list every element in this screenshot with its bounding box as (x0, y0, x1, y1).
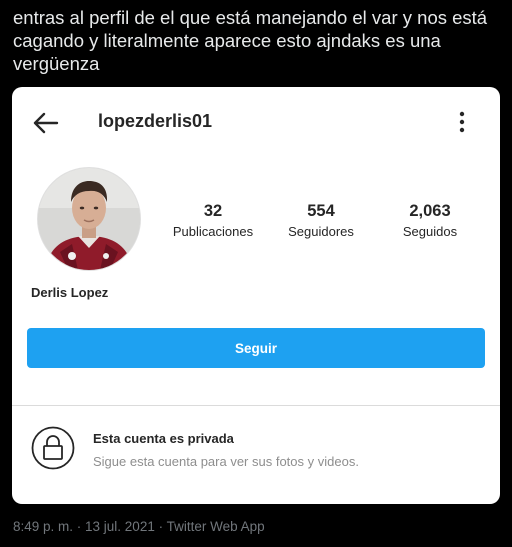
stat-posts-label: Publicaciones (172, 224, 254, 239)
private-account-title: Esta cuenta es privada (93, 431, 234, 446)
stat-posts[interactable]: 32 Publicaciones (158, 201, 268, 241)
stat-followers[interactable]: 554 Seguidores (266, 201, 376, 241)
stat-followers-value: 554 (307, 202, 335, 220)
profile-display-name: Derlis Lopez (31, 285, 109, 300)
profile-username: lopezderlis01 (98, 111, 213, 131)
avatar-photo (38, 168, 140, 270)
follow-button[interactable]: Seguir (27, 328, 485, 368)
stat-following-label: Seguidos (402, 224, 458, 239)
stat-following-value: 2,063 (409, 202, 451, 220)
stat-following[interactable]: 2,063 Seguidos (375, 201, 485, 241)
back-arrow-icon[interactable] (32, 109, 60, 137)
stat-followers-label: Seguidores (288, 224, 354, 239)
instagram-profile-screenshot[interactable]: lopezderlis01 32 Publicaciones 554 Segui… (12, 87, 500, 504)
lock-icon (31, 426, 75, 470)
tweet-text: entras al perfil de el que está manejand… (13, 7, 488, 74)
tweet-timestamp[interactable]: 8:49 p. m. · 13 jul. 2021 · Twitter Web … (13, 519, 265, 534)
more-vertical-icon[interactable] (452, 109, 472, 135)
divider (12, 405, 500, 406)
avatar[interactable] (37, 167, 141, 271)
private-account-subtitle: Sigue esta cuenta para ver sus fotos y v… (93, 454, 359, 469)
stat-posts-value: 32 (203, 202, 223, 220)
